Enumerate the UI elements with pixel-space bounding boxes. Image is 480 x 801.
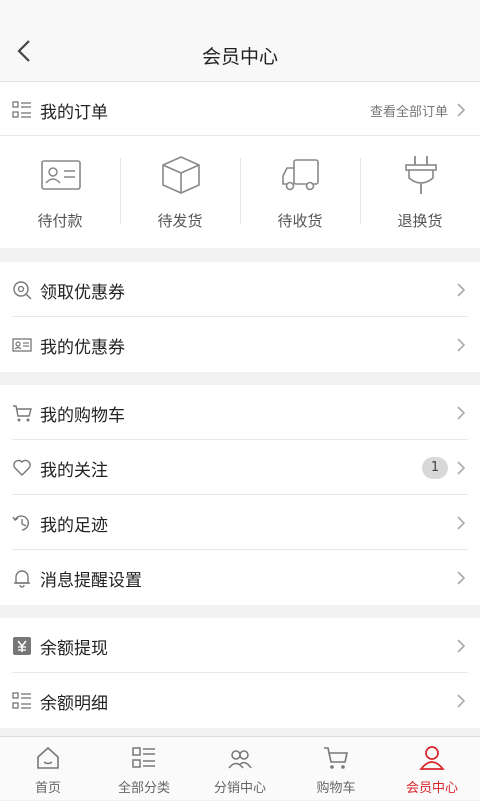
- list-item-label: 我的优惠券: [40, 333, 125, 358]
- tab-all-categories[interactable]: 全部分类: [96, 737, 192, 801]
- page-title: 会员中心: [0, 42, 480, 69]
- chevron-right-icon: [456, 337, 466, 353]
- list-icon: [12, 691, 32, 711]
- cart-icon: [323, 745, 349, 771]
- list-item-my-footprints[interactable]: 我的足迹: [0, 495, 480, 550]
- tab-label: 首页: [0, 777, 96, 796]
- my-orders-label: 我的订单: [40, 98, 108, 123]
- category-icon: [131, 745, 157, 771]
- chevron-right-icon: [456, 282, 466, 298]
- chevron-right-icon: [456, 405, 466, 421]
- order-status-label: 待付款: [0, 210, 120, 231]
- chevron-right-icon: [456, 693, 466, 709]
- list-item-my-coupons[interactable]: 我的优惠券: [0, 317, 480, 372]
- tab-label: 分销中心: [192, 777, 288, 796]
- order-status-label: 待收货: [240, 210, 360, 231]
- order-status-label: 退换货: [360, 210, 480, 231]
- list-item-balance-details[interactable]: 余额明细: [0, 673, 480, 728]
- user-icon: [419, 745, 445, 771]
- ticket-icon: [12, 335, 32, 355]
- header-bar: 会员中心: [0, 0, 480, 82]
- list-item-label: 领取优惠券: [40, 278, 125, 303]
- chevron-right-icon: [456, 570, 466, 586]
- bottom-tab-bar: 首页 全部分类 分销中心 购物车 会员中心: [0, 736, 480, 800]
- box-icon: [160, 154, 202, 196]
- tab-cart[interactable]: 购物车: [288, 737, 384, 801]
- home-icon: [35, 745, 61, 771]
- bell-icon: [12, 568, 32, 588]
- tab-home[interactable]: 首页: [0, 737, 96, 801]
- count-badge: 1: [422, 457, 448, 479]
- chevron-right-icon: [456, 515, 466, 531]
- list-item-label: 余额提现: [40, 634, 108, 659]
- list-item-notification-settings[interactable]: 消息提醒设置: [0, 550, 480, 605]
- card-icon: [40, 154, 82, 196]
- order-status-grid: 待付款 待发货 待收货 退换货: [0, 136, 480, 248]
- view-all-orders-link[interactable]: 查看全部订单: [370, 101, 448, 120]
- tab-label: 会员中心: [384, 777, 480, 796]
- tab-label: 购物车: [288, 777, 384, 796]
- tab-distribution-center[interactable]: 分销中心: [192, 737, 288, 801]
- my-orders-row[interactable]: 我的订单 查看全部订单: [0, 82, 480, 137]
- truck-icon: [280, 154, 322, 196]
- list-item-label: 余额明细: [40, 689, 108, 714]
- order-status-returns[interactable]: 退换货: [360, 136, 480, 248]
- heart-icon: [12, 458, 32, 478]
- chevron-right-icon: [456, 102, 466, 118]
- list-item-get-coupons[interactable]: 领取优惠券: [0, 262, 480, 317]
- list-item-balance-withdraw[interactable]: 余额提现: [0, 618, 480, 673]
- chevron-right-icon: [456, 460, 466, 476]
- cart-icon: [12, 403, 32, 423]
- chevron-right-icon: [456, 638, 466, 654]
- order-status-pending-shipment[interactable]: 待发货: [120, 136, 240, 248]
- coupon-search-icon: [12, 280, 32, 300]
- list-item-label: 我的足迹: [40, 511, 108, 536]
- list-item-label: 我的关注: [40, 456, 108, 481]
- list-item-label: 我的购物车: [40, 401, 125, 426]
- plug-icon: [400, 154, 442, 196]
- tab-label: 全部分类: [96, 777, 192, 796]
- list-icon: [12, 100, 32, 120]
- yen-icon: [12, 636, 32, 656]
- list-item-my-cart[interactable]: 我的购物车: [0, 385, 480, 440]
- users-icon: [227, 745, 253, 771]
- footprint-icon: [12, 513, 32, 533]
- order-status-label: 待发货: [120, 210, 240, 231]
- order-status-pending-receipt[interactable]: 待收货: [240, 136, 360, 248]
- list-item-label: 消息提醒设置: [40, 566, 142, 591]
- order-status-pending-payment[interactable]: 待付款: [0, 136, 120, 248]
- list-item-my-follows[interactable]: 我的关注 1: [0, 440, 480, 495]
- tab-member-center[interactable]: 会员中心: [384, 737, 480, 801]
